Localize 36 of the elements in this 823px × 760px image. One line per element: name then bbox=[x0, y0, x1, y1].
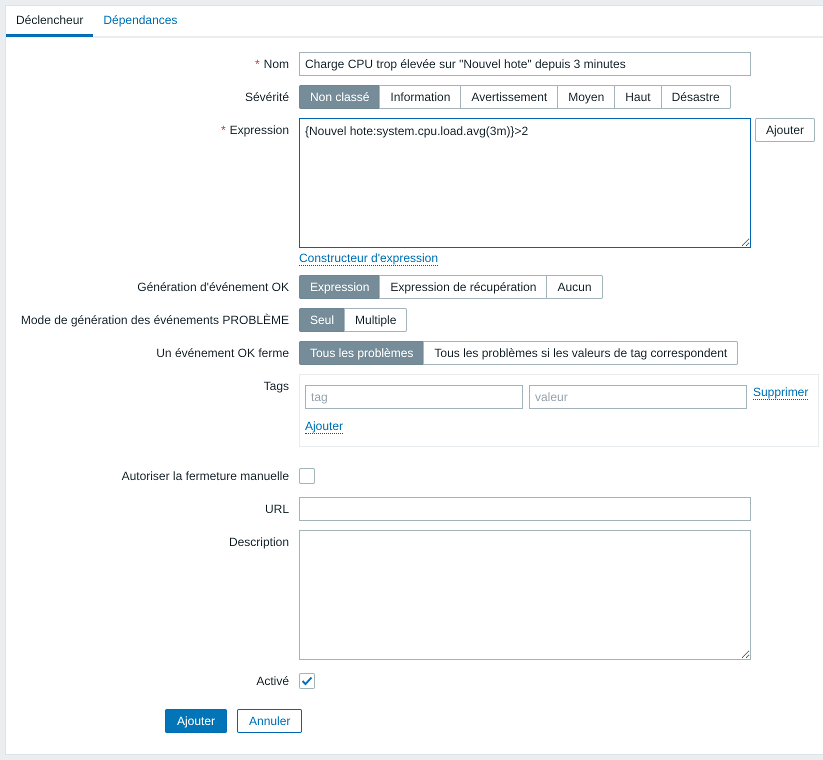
field-label: Génération d'événement OK bbox=[136, 279, 289, 296]
field-label: Un événement OK ferme bbox=[155, 345, 289, 362]
segment-option[interactable]: Aucun bbox=[546, 275, 602, 299]
add-button[interactable]: Ajouter bbox=[755, 118, 816, 142]
segment-option[interactable]: Haut bbox=[614, 85, 662, 109]
field-label: Autoriser la fermeture manuelle bbox=[120, 468, 289, 485]
add-link[interactable]: Ajouter bbox=[305, 419, 344, 434]
segment-option[interactable]: Tous les problèmes si les valeurs de tag correspondent bbox=[423, 341, 738, 365]
checkbox[interactable] bbox=[299, 673, 315, 689]
field-label: Description bbox=[228, 534, 289, 551]
field-label: Mode de génération des événements PROBLÈME bbox=[20, 312, 289, 329]
field-label: * Expression bbox=[220, 122, 289, 139]
submit-button[interactable]: Ajouter bbox=[165, 709, 228, 733]
segment-option[interactable]: Expression de récupération bbox=[379, 275, 548, 299]
field-label: Tags bbox=[262, 378, 289, 395]
cancel-button[interactable]: Annuler bbox=[237, 709, 302, 733]
segment-option[interactable]: Avertissement bbox=[460, 85, 558, 109]
segment-option[interactable]: Multiple bbox=[344, 308, 408, 332]
field-label: Sévérité bbox=[244, 89, 289, 106]
checkbox[interactable] bbox=[299, 468, 315, 484]
field-label: Activé bbox=[255, 673, 289, 690]
expression-builder-link[interactable]: Constructeur d'expression bbox=[299, 251, 438, 266]
remove-link[interactable]: Supprimer bbox=[753, 385, 808, 400]
value-field[interactable]: valeur bbox=[529, 385, 747, 409]
text-field[interactable] bbox=[299, 497, 751, 521]
text-area[interactable] bbox=[299, 530, 751, 660]
field-label: * Nom bbox=[254, 56, 289, 73]
text-field[interactable]: Charge CPU trop élevée sur "Nouvel hote" depuis 3 minutes bbox=[299, 52, 751, 76]
expression-field[interactable]: {Nouvel hote:system.cpu.load.avg(3m)}>2 bbox=[299, 118, 751, 248]
tag-field[interactable]: tag bbox=[305, 385, 523, 409]
segment-option[interactable]: Moyen bbox=[557, 85, 616, 109]
segment-option[interactable]: Information bbox=[379, 85, 462, 109]
segment-option[interactable]: Désastre bbox=[660, 85, 731, 109]
tab[interactable]: Déclencheur bbox=[6, 6, 94, 37]
field-label: URL bbox=[264, 501, 289, 518]
tab[interactable]: Dépendances bbox=[93, 6, 188, 37]
